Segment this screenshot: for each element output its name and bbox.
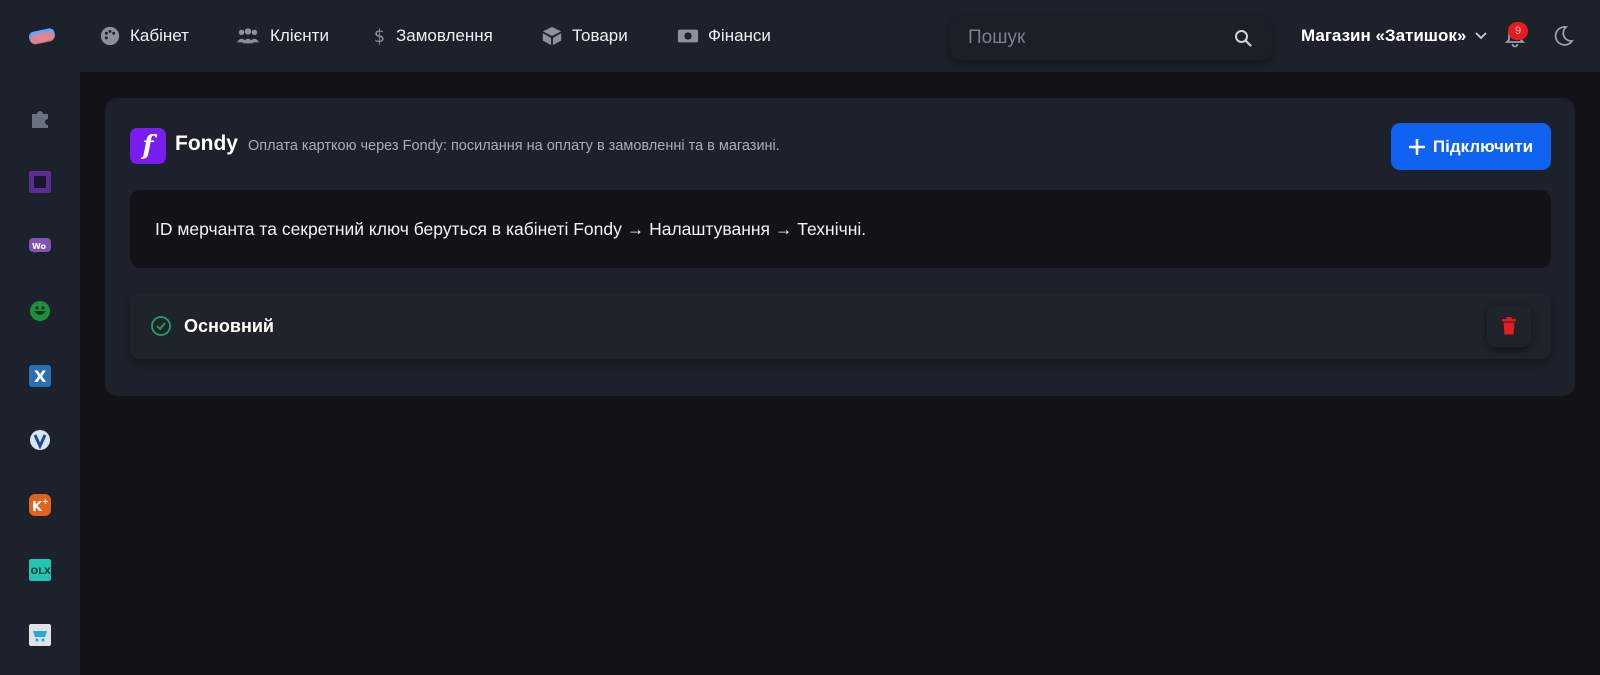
notification-badge: 9 — [1508, 22, 1528, 40]
nav-item-products[interactable]: Товари — [541, 22, 628, 50]
search-icon[interactable] — [1234, 29, 1252, 47]
fondy-logo: f — [130, 128, 166, 164]
nav-item-orders[interactable]: $ Замовлення — [373, 22, 493, 50]
square-app-icon[interactable] — [28, 170, 52, 194]
info-text: ID мерчанта та секретний ключ беруться в… — [155, 219, 867, 239]
store-selector[interactable]: Магазин «Затишок» — [1301, 24, 1488, 48]
svg-text:OLX: OLX — [31, 567, 51, 577]
box-icon — [542, 26, 562, 46]
palette-icon — [100, 26, 120, 46]
integration-description: Оплата карткою через Fondy: посилання на… — [248, 138, 780, 154]
dollar-icon: $ — [374, 27, 385, 47]
sidebar: Wo X K + OLX — [0, 72, 80, 675]
chevron-down-icon — [1475, 32, 1487, 40]
connect-button-label: Підключити — [1432, 136, 1534, 156]
x-app-icon[interactable]: X — [28, 364, 52, 388]
connect-button[interactable]: Підключити — [1391, 123, 1551, 170]
trash-icon — [1502, 317, 1516, 335]
account-name: Основний — [184, 316, 274, 336]
puzzle-icon[interactable] — [28, 106, 52, 130]
green-face-icon[interactable] — [28, 299, 52, 323]
money-icon — [677, 29, 699, 43]
nav-item-label: Кабінет — [130, 26, 189, 45]
account-row[interactable]: Основний — [130, 293, 1551, 359]
olx-icon[interactable]: OLX — [28, 558, 52, 582]
users-icon — [237, 28, 259, 44]
info-notice: ID мерчанта та секретний ключ беруться в… — [130, 190, 1551, 268]
moon-icon[interactable] — [1552, 25, 1574, 47]
svg-text:X: X — [34, 367, 47, 386]
top-bar: Кабінет Клієнти $ Замовлення Товари Фіна… — [0, 0, 1600, 72]
nav-item-dashboard[interactable]: Кабінет — [99, 22, 189, 50]
search-input[interactable] — [968, 16, 1228, 60]
shield-v-icon[interactable] — [28, 428, 52, 452]
svg-text:+: + — [42, 497, 49, 506]
opencart-icon[interactable] — [28, 623, 52, 647]
nav-item-label: Замовлення — [396, 26, 493, 45]
nav-item-finance[interactable]: Фінанси — [677, 22, 771, 50]
nav-item-clients[interactable]: Клієнти — [235, 22, 329, 50]
delete-button[interactable] — [1487, 305, 1531, 347]
k-plus-icon[interactable]: K + — [28, 493, 52, 517]
integration-card: f Fondy Оплата карткою через Fondy: поси… — [105, 98, 1575, 396]
svg-text:$: $ — [374, 27, 385, 47]
nav-item-label: Фінанси — [708, 26, 771, 45]
integration-title: Fondy — [175, 132, 238, 155]
store-name: Магазин «Затишок» — [1301, 26, 1467, 45]
nav-item-label: Товари — [572, 26, 628, 45]
app-logo[interactable] — [26, 24, 58, 48]
svg-text:Wo: Wo — [32, 242, 47, 251]
nav-item-label: Клієнти — [270, 26, 329, 45]
woocommerce-icon[interactable]: Wo — [28, 234, 52, 258]
check-circle-icon — [151, 316, 171, 336]
plus-icon — [1408, 138, 1425, 155]
search-box — [950, 16, 1272, 60]
